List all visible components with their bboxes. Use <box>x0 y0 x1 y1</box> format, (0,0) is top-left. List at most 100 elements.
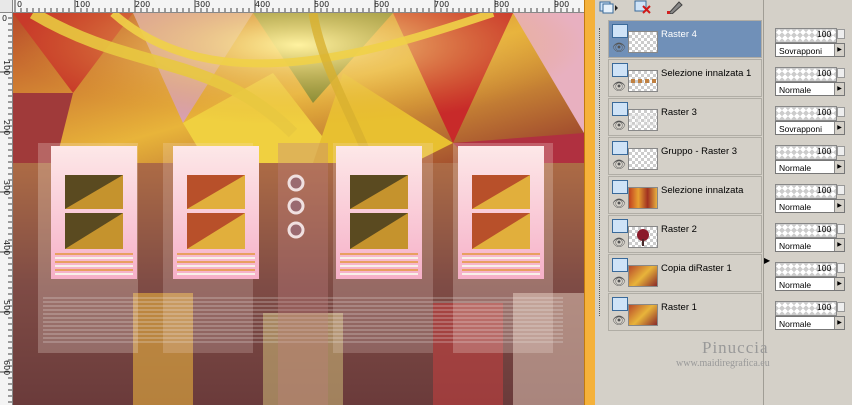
layer-blend-controls: 100 Normale ▶ <box>775 65 845 103</box>
layer-blend-controls: 100 Normale ▶ <box>775 221 845 259</box>
dropdown-arrow-icon[interactable]: ▶ <box>834 278 844 290</box>
layer-blend-controls: 100 Normale ▶ <box>775 143 845 181</box>
layer-row[interactable]: 👁 Selezione innalzata <box>608 176 762 214</box>
opacity-value: 100 <box>817 224 832 234</box>
blend-mode-value: Normale <box>779 241 812 251</box>
layer-blend-controls: 100 Sovrapponi ▶ <box>775 104 845 142</box>
opacity-value: 100 <box>817 302 832 312</box>
ruler-left: 0 100 200 300 400 500 600 <box>0 12 13 405</box>
layer-name[interactable]: Copia diRaster 1 <box>661 263 732 274</box>
layer-blend-controls: 100 Sovrapponi ▶ <box>775 26 845 64</box>
lock-icon[interactable] <box>837 146 845 156</box>
canvas-scrollbar[interactable] <box>584 0 595 405</box>
lock-icon[interactable] <box>837 224 845 234</box>
splitter-arrow-icon[interactable]: ▶ <box>764 256 770 265</box>
lock-icon[interactable] <box>837 29 845 39</box>
ruler-top-label: 400 <box>255 0 271 9</box>
ruler-left-label: 300 <box>2 180 11 196</box>
visibility-eye-icon[interactable]: 👁 <box>612 80 626 93</box>
layer-thumbnail <box>628 70 658 92</box>
blend-mode-value: Normale <box>779 319 812 329</box>
blend-mode-select[interactable]: Normale ▶ <box>775 82 845 96</box>
blend-mode-select[interactable]: Normale ▶ <box>775 199 845 213</box>
visibility-eye-icon[interactable]: 👁 <box>612 275 626 288</box>
opacity-value: 100 <box>817 107 832 117</box>
layer-type-icon[interactable] <box>612 258 628 272</box>
layer-thumbnail <box>628 187 658 209</box>
dropdown-arrow-icon[interactable]: ▶ <box>834 200 844 212</box>
layer-type-icon[interactable] <box>612 219 628 233</box>
visibility-eye-icon[interactable]: 👁 <box>612 119 626 132</box>
layer-name[interactable]: Selezione innalzata 1 <box>661 68 751 79</box>
layer-name[interactable]: Gruppo - Raster 3 <box>661 146 737 157</box>
blend-mode-select[interactable]: Normale ▶ <box>775 238 845 252</box>
edit-mask-icon[interactable] <box>665 0 685 15</box>
picture-frame <box>458 146 544 279</box>
layer-type-icon[interactable] <box>612 180 628 194</box>
layer-type-icon[interactable] <box>612 297 628 311</box>
layer-type-icon[interactable] <box>612 24 628 38</box>
ruler-top: 0 100 200 300 400 500 600 700 800 900 <box>0 0 584 13</box>
visibility-eye-icon[interactable]: 👁 <box>612 41 626 54</box>
blend-mode-value: Sovrapponi <box>779 46 823 56</box>
ruler-top-label: 900 <box>554 0 570 9</box>
blend-mode-select[interactable]: Normale ▶ <box>775 316 845 330</box>
layer-thumbnail <box>628 148 658 170</box>
dropdown-arrow-icon[interactable]: ▶ <box>834 161 844 173</box>
dropdown-arrow-icon[interactable]: ▶ <box>834 44 844 56</box>
layer-row[interactable]: 👁 Raster 1 <box>608 293 762 331</box>
layer-type-icon[interactable] <box>612 141 628 155</box>
layer-name[interactable]: Raster 3 <box>661 107 697 118</box>
layer-type-icon[interactable] <box>612 63 628 77</box>
layer-thumbnail <box>628 226 658 248</box>
layer-name[interactable]: Selezione innalzata <box>661 185 743 196</box>
blend-mode-value: Normale <box>779 280 812 290</box>
lock-icon[interactable] <box>837 263 845 273</box>
opacity-value: 100 <box>817 29 832 39</box>
blend-mode-select[interactable]: Sovrapponi ▶ <box>775 121 845 135</box>
layer-blend-controls: 100 Normale ▶ <box>775 182 845 220</box>
dropdown-arrow-icon[interactable]: ▶ <box>834 239 844 251</box>
watermark-name: Pinuccia <box>702 338 769 357</box>
image-canvas[interactable] <box>13 13 584 405</box>
layer-row[interactable]: 👁 Raster 3 <box>608 98 762 136</box>
artwork <box>13 13 584 405</box>
dropdown-arrow-icon[interactable]: ▶ <box>834 317 844 329</box>
visibility-eye-icon[interactable]: 👁 <box>612 314 626 327</box>
ruler-top-label: 700 <box>434 0 450 9</box>
layer-row[interactable]: 👁 Copia diRaster 1 <box>608 254 762 292</box>
new-layer-icon[interactable] <box>598 0 618 14</box>
visibility-eye-icon[interactable]: 👁 <box>612 158 626 171</box>
opacity-value: 100 <box>817 185 832 195</box>
layer-name[interactable]: Raster 1 <box>661 302 697 313</box>
blend-mode-select[interactable]: Normale ▶ <box>775 277 845 291</box>
blend-mode-value: Sovrapponi <box>779 124 823 134</box>
ruler-corner <box>0 0 13 13</box>
layer-thumbnail <box>628 109 658 131</box>
blend-mode-select[interactable]: Normale ▶ <box>775 160 845 174</box>
visibility-eye-icon[interactable]: 👁 <box>612 197 626 210</box>
delete-layer-icon[interactable] <box>633 0 653 14</box>
ruler-left-label: 100 <box>2 60 11 76</box>
blend-mode-select[interactable]: Sovrapponi ▶ <box>775 43 845 57</box>
dropdown-arrow-icon[interactable]: ▶ <box>834 83 844 95</box>
layer-row[interactable]: 👁 Gruppo - Raster 3 <box>608 137 762 175</box>
lock-icon[interactable] <box>837 302 845 312</box>
layer-row[interactable]: 👁 Selezione innalzata 1 <box>608 59 762 97</box>
lock-icon[interactable] <box>837 185 845 195</box>
layer-name[interactable]: Raster 4 <box>661 29 697 40</box>
layer-row[interactable]: 👁 Raster 2 <box>608 215 762 253</box>
layer-name[interactable]: Raster 2 <box>661 224 697 235</box>
blend-mode-value: Normale <box>779 85 812 95</box>
lock-icon[interactable] <box>837 68 845 78</box>
blend-mode-value: Normale <box>779 202 812 212</box>
layer-type-icon[interactable] <box>612 102 628 116</box>
ruler-left-label: 500 <box>2 300 11 316</box>
visibility-eye-icon[interactable]: 👁 <box>612 236 626 249</box>
lock-icon[interactable] <box>837 107 845 117</box>
layer-row[interactable]: 👁 Raster 4 <box>608 20 762 58</box>
layer-blend-controls: 100 Normale ▶ <box>775 260 845 298</box>
picture-frame <box>173 146 259 279</box>
layer-thumbnail <box>628 265 658 287</box>
dropdown-arrow-icon[interactable]: ▶ <box>834 122 844 134</box>
